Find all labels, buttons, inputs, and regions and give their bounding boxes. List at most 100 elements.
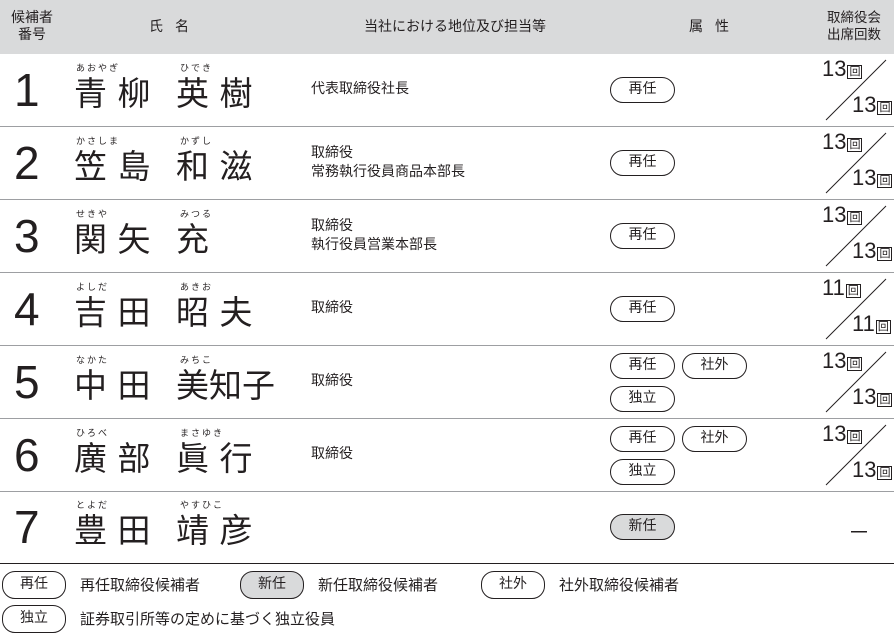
attendance-none: － — [848, 521, 871, 547]
family-name: せきや関 矢 — [74, 200, 164, 273]
attribute-badge: 再任 — [610, 425, 675, 452]
attendance-cell: 13 回 13 回 — [806, 127, 894, 200]
given-name-ruby: やすひこ — [180, 501, 225, 512]
attendance-cell: 11 回 11 回 — [806, 273, 894, 346]
position-text: 取締役 — [311, 372, 353, 391]
attendance-cell: 13 回 13 回 — [806, 346, 894, 419]
position-text: 取締役 — [311, 299, 353, 318]
family-name-kanji: 中 田 — [74, 365, 151, 405]
legend-independent-badge: 独立 — [2, 605, 66, 633]
given-name: やすひこ靖 彦 — [176, 491, 286, 564]
family-name: よしだ吉 田 — [74, 273, 164, 346]
family-name-ruby: なかた — [76, 355, 110, 366]
attribute-badge: 再任 — [610, 149, 675, 176]
position-line: 執行役員営業本部長 — [311, 236, 437, 253]
given-name-kanji: 英 樹 — [176, 74, 253, 113]
given-name-ruby: まさゆき — [180, 428, 225, 439]
candidate-number: 1 — [14, 64, 40, 116]
position-line: 取締役 — [311, 445, 353, 462]
attendance-count: 13 回 — [822, 128, 863, 154]
legend-outside-badge: 社外 — [481, 571, 545, 599]
family-name-ruby: あおやぎ — [76, 64, 121, 74]
attendance-total: 13 回 — [852, 456, 893, 482]
given-name: みちこ 美知子 — [176, 346, 286, 419]
family-name: ひろべ廣 部 — [74, 419, 164, 492]
attendance-count: 13 回 — [822, 201, 863, 227]
legend-independent-text: 証券取引所等の定めに基づく独立役員 — [80, 610, 336, 628]
attendance-count: 13 回 — [822, 420, 863, 446]
header-candidate-number: 候補者 番号 — [11, 10, 53, 43]
table-row: 2 かさしま笠 島かずし和 滋取締役 常務執行役員商品本部長 再任 13 回 13 回 — [0, 127, 894, 200]
attribute-badge: 再任 — [610, 295, 675, 322]
attendance-cell: 13 回 13 回 — [806, 54, 894, 127]
legend-new-text: 新任取締役候補者 — [318, 576, 439, 594]
candidate-number: 3 — [14, 209, 40, 262]
attendance-cell: － — [806, 491, 894, 564]
table-row: 1 あおやぎ青 柳ひでき英 樹代表取締役社長 再任 13 回 13 回 — [0, 54, 894, 127]
attendance-total: 13 回 — [852, 164, 893, 190]
position-line: 取締役 — [311, 372, 353, 389]
given-name-ruby: かずし — [180, 136, 214, 147]
candidate-number: 6 — [14, 428, 40, 481]
table-row: 7 とよだ豊 田やすひこ靖 彦新任－ — [0, 491, 894, 565]
attribute-badge: 社外 — [682, 352, 747, 379]
given-name: ひでき英 樹 — [176, 54, 286, 127]
given-name-kanji: 眞 行 — [176, 438, 253, 478]
attribute-badge: 社外 — [682, 425, 747, 452]
table-row: 3 せきや関 矢みつる充取締役 執行役員営業本部長 再任 13 回 13 回 — [0, 200, 894, 273]
attendance-total: 13 回 — [852, 237, 893, 263]
given-name-kanji: 昭 夫 — [176, 292, 253, 332]
given-name-ruby: みつる — [180, 209, 214, 220]
position-line: 取締役 — [311, 217, 353, 234]
attendance-cell: 13 回 13 回 — [806, 419, 894, 492]
attendance-count: 11 回 — [822, 274, 861, 300]
position-line: 常務執行役員商品本部長 — [311, 163, 465, 180]
given-name-ruby: あきお — [180, 282, 214, 293]
header-name: 氏名 — [149, 19, 201, 35]
candidate-number: 5 — [14, 355, 40, 408]
legend-outside-text: 社外取締役候補者 — [559, 576, 680, 594]
given-name-ruby: みちこ — [180, 355, 214, 366]
family-name-kanji: 笠 島 — [74, 146, 151, 186]
candidate-number: 4 — [14, 282, 40, 335]
attribute-badge: 再任 — [610, 352, 675, 379]
position-text: 取締役常務執行役員商品本部長 — [311, 144, 465, 182]
family-name: かさしま笠 島 — [74, 127, 164, 200]
family-name-ruby: かさしま — [76, 136, 121, 147]
given-name: みつる充 — [176, 200, 286, 273]
position-text: 取締役執行役員営業本部長 — [311, 217, 437, 255]
given-name: かずし和 滋 — [176, 127, 286, 200]
attribute-badge: 独立 — [610, 385, 675, 412]
candidate-number: 7 — [14, 501, 40, 554]
legend-reelect-badge: 再任 — [2, 571, 66, 599]
table-row: 6 ひろべ廣 部まさゆき眞 行取締役 再任 社外 独立 13 回 13 回 — [0, 419, 894, 492]
attendance-total: 13 回 — [852, 383, 893, 409]
header-position: 当社における地位及び担当等 — [364, 19, 546, 35]
position-line: 代表取締役社長 — [311, 81, 409, 97]
header-attribute: 属性 — [689, 19, 741, 35]
position-line: 取締役 — [311, 144, 353, 161]
family-name-kanji: 関 矢 — [74, 219, 151, 259]
given-name-kanji: 靖 彦 — [176, 511, 253, 551]
attendance-total: 13 回 — [852, 92, 893, 117]
legend: 再任 再任取締役候補者 新任 新任取締役候補者 社外 社外取締役候補者 独立 証… — [0, 565, 894, 635]
given-name: まさゆき眞 行 — [176, 419, 286, 492]
attendance-cell: 13 回 13 回 — [806, 200, 894, 273]
family-name-ruby: ひろべ — [76, 428, 110, 439]
given-name-kanji: 美知子 — [176, 365, 275, 405]
given-name-kanji: 和 滋 — [176, 146, 253, 186]
family-name-kanji: 吉 田 — [74, 292, 151, 332]
header-attendance: 取締役会 出席回数 — [827, 10, 881, 43]
candidate-number: 2 — [14, 136, 40, 189]
attribute-badge: 独立 — [610, 458, 675, 485]
position-line: 取締役 — [311, 299, 353, 316]
given-name-ruby: ひでき — [180, 64, 214, 74]
attendance-total: 11 回 — [852, 310, 891, 336]
legend-reelect-text: 再任取締役候補者 — [80, 576, 201, 594]
family-name: あおやぎ青 柳 — [74, 54, 164, 127]
table-header: 候補者 番号 氏名 当社における地位及び担当等 属性 取締役会 出席回数 — [0, 0, 894, 54]
given-name-kanji: 充 — [176, 219, 209, 259]
table-row: 5 なかた中 田みちこ 美知子 取締役 再任 社外 独立 13 回 13 回 — [0, 346, 894, 419]
family-name-kanji: 廣 部 — [74, 438, 151, 478]
family-name: とよだ豊 田 — [74, 491, 164, 564]
